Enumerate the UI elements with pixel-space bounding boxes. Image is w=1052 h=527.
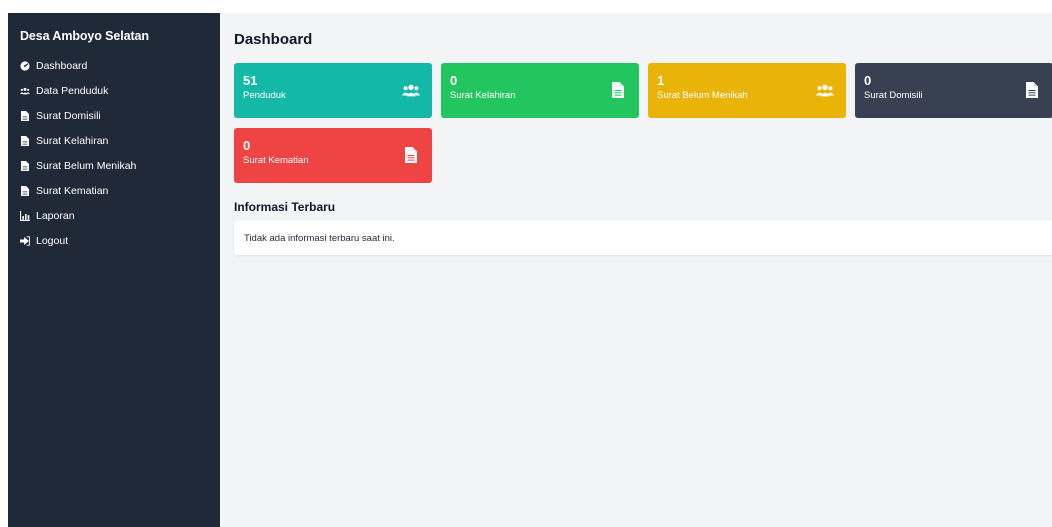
sidebar-item-surat-domisili[interactable]: Surat Domisili: [8, 103, 220, 128]
file-icon: [20, 185, 30, 196]
sidebar-item-surat-belum-menikah[interactable]: Surat Belum Menikah: [8, 153, 220, 178]
sidebar-nav: Dashboard Data Penduduk Surat Domisili S…: [8, 53, 220, 253]
sidebar-item-logout[interactable]: Logout: [8, 228, 220, 253]
file-icon: [1023, 82, 1041, 98]
stat-card-surat-kematian[interactable]: 0 Surat Kematian: [234, 128, 432, 183]
file-icon: [20, 135, 30, 146]
file-icon: [402, 147, 420, 163]
page-title: Dashboard: [234, 31, 313, 48]
users-icon: [816, 82, 834, 98]
section-title-informasi: Informasi Terbaru: [234, 200, 336, 214]
users-icon: [20, 86, 30, 96]
sidebar-item-label: Data Penduduk: [36, 84, 109, 97]
file-icon: [609, 82, 627, 98]
stat-card-surat-kelahiran[interactable]: 0 Surat Kelahiran: [441, 63, 639, 118]
dashboard-icon: [20, 60, 30, 71]
sidebar-item-label: Dashboard: [36, 59, 88, 72]
file-icon: [20, 160, 30, 171]
brand-title: Desa Amboyo Selatan: [20, 29, 149, 43]
stat-card-surat-belum-menikah[interactable]: 1 Surat Belum Menikah: [648, 63, 846, 118]
logout-icon: [20, 235, 30, 246]
main-content: Dashboard 51 Penduduk 0 Surat Kelahiran …: [220, 13, 1052, 527]
sidebar: Desa Amboyo Selatan Dashboard Data Pendu…: [8, 13, 220, 527]
sidebar-item-dashboard[interactable]: Dashboard: [8, 53, 220, 78]
chart-icon: [20, 210, 30, 221]
users-icon: [402, 82, 420, 98]
sidebar-item-surat-kematian[interactable]: Surat Kematian: [8, 178, 220, 203]
sidebar-item-data-penduduk[interactable]: Data Penduduk: [8, 78, 220, 103]
app-container: Desa Amboyo Selatan Dashboard Data Pendu…: [8, 13, 1052, 527]
sidebar-item-label: Logout: [36, 234, 69, 247]
sidebar-item-label: Surat Domisili: [36, 109, 101, 122]
sidebar-item-laporan[interactable]: Laporan: [8, 203, 220, 228]
info-panel: Tidak ada informasi terbaru saat ini.: [234, 221, 1052, 255]
sidebar-item-label: Surat Belum Menikah: [36, 159, 137, 172]
stat-card-surat-domisili[interactable]: 0 Surat Domisili: [855, 63, 1052, 118]
sidebar-item-label: Surat Kelahiran: [36, 134, 109, 147]
sidebar-item-surat-kelahiran[interactable]: Surat Kelahiran: [8, 128, 220, 153]
stat-card-penduduk[interactable]: 51 Penduduk: [234, 63, 432, 118]
sidebar-item-label: Laporan: [36, 209, 75, 222]
file-icon: [20, 110, 30, 121]
info-empty-message: Tidak ada informasi terbaru saat ini.: [244, 232, 395, 244]
sidebar-item-label: Surat Kematian: [36, 184, 109, 197]
